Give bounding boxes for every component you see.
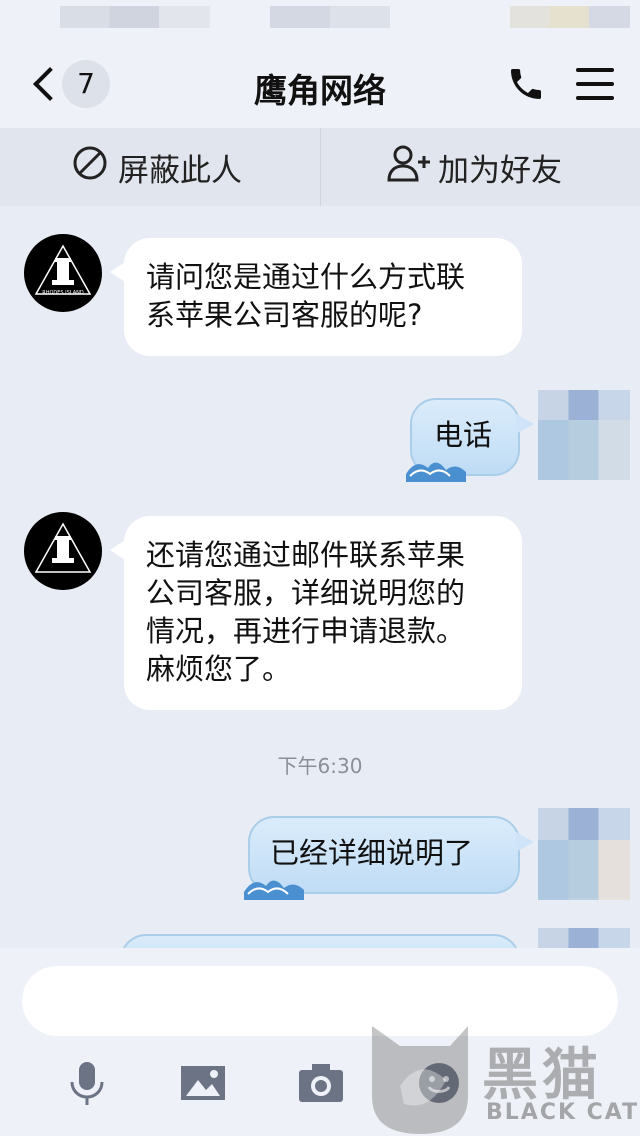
block-label: 屏蔽此人	[118, 152, 242, 189]
phone-icon	[511, 69, 541, 99]
self-avatar-blur	[538, 840, 630, 900]
menu-button[interactable]	[576, 68, 614, 100]
message-text: 公司客服，详细说明您的	[146, 576, 466, 610]
message-text: 还请您通过邮件联系苹果	[146, 538, 466, 572]
voice-button[interactable]	[62, 1058, 112, 1108]
message-bubble-incoming[interactable]: 还请您通过邮件联系苹果 公司客服，详细说明您的 情况，再进行申请退款。 麻烦您了…	[110, 516, 522, 710]
timestamp: 下午6:30	[277, 754, 363, 778]
wave-decoration-icon	[406, 462, 466, 482]
add-friend-button[interactable]: 加为好友	[386, 128, 562, 206]
phone-button[interactable]	[506, 64, 546, 104]
camera-button[interactable]	[296, 1058, 346, 1108]
message-text: 系苹果公司客服的呢?	[146, 298, 423, 332]
message-text: 情况，再进行申请退款。	[146, 614, 466, 648]
block-button[interactable]: 屏蔽此人	[72, 128, 242, 206]
watermark-text: 黑猫	[482, 1043, 602, 1108]
message-bubble-incoming[interactable]: 请问您是通过什么方式联 系苹果公司客服的呢?	[110, 238, 522, 356]
rhodes-island-logo-icon	[34, 522, 92, 573]
message-text: 麻烦您了。	[146, 652, 292, 686]
image-icon	[181, 1066, 225, 1100]
camera-icon	[299, 1064, 343, 1102]
avatar-label: RHODES ISLAND	[42, 290, 84, 296]
image-button[interactable]	[178, 1058, 228, 1108]
menu-icon	[576, 82, 614, 86]
divider	[320, 128, 321, 206]
status-bar	[0, 0, 640, 40]
status-blur	[60, 6, 210, 28]
add-friend-label: 加为好友	[438, 152, 562, 189]
message-text: 电话	[434, 418, 493, 452]
add-friend-icon	[386, 144, 432, 190]
action-row: 屏蔽此人 加为好友	[0, 128, 640, 207]
contact-avatar[interactable]: RHODES ISLAND	[24, 234, 102, 312]
chat-area[interactable]: RHODES ISLAND 请问您是通过什么方式联 系苹果公司客服的呢? 电话 …	[0, 206, 640, 976]
self-avatar[interactable]	[538, 928, 630, 948]
microphone-icon	[70, 1062, 104, 1105]
self-avatar-blur	[538, 420, 630, 480]
status-blur	[510, 6, 630, 28]
menu-icon	[576, 96, 614, 100]
block-icon	[72, 145, 108, 189]
watermark-subtext: BLACK CAT	[486, 1100, 640, 1125]
rhodes-island-logo-icon: RHODES ISLAND	[34, 244, 92, 296]
message-text: 已经详细说明了	[270, 836, 474, 870]
message-bubble-outgoing[interactable]: 电话	[406, 398, 534, 482]
wave-decoration-icon	[244, 880, 304, 900]
contact-avatar[interactable]	[24, 512, 102, 590]
message-bubble-outgoing[interactable]: 已经详细说明了	[244, 816, 534, 900]
status-blur	[270, 6, 390, 28]
message-text: 请问您是通过什么方式联	[146, 260, 466, 294]
nav-bar: 7 鹰角网络	[0, 40, 640, 128]
menu-icon	[576, 68, 614, 72]
